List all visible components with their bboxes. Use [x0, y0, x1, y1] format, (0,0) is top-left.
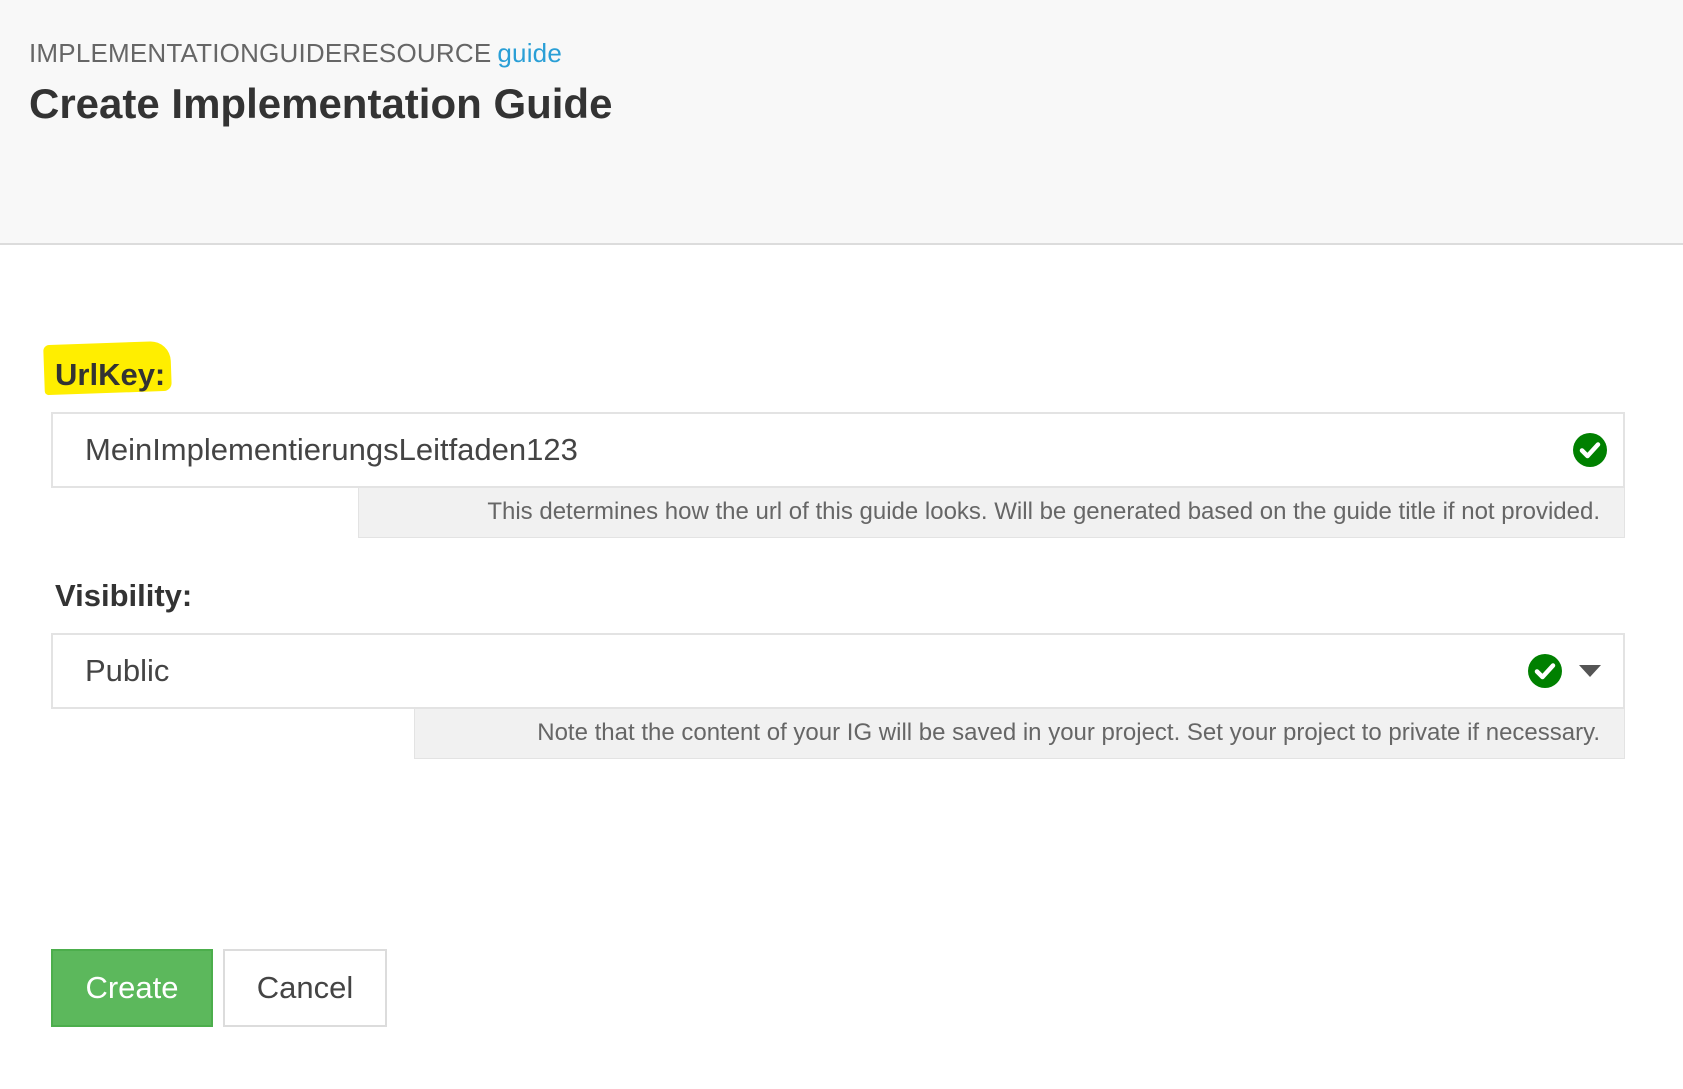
visibility-help-text: Note that the content of your IG will be…	[414, 709, 1625, 759]
breadcrumb: IMPLEMENTATIONGUIDERESOURCE guide	[29, 38, 562, 69]
visibility-select[interactable]: Public	[51, 633, 1625, 709]
page-title: Create Implementation Guide	[29, 80, 613, 127]
page-header: IMPLEMENTATIONGUIDERESOURCE guide Create …	[0, 0, 1683, 245]
urlkey-label: UrlKey:	[55, 357, 166, 392]
urlkey-input[interactable]: MeinImplementierungsLeitfaden123	[51, 412, 1625, 488]
cancel-button[interactable]: Cancel	[223, 949, 387, 1027]
create-button[interactable]: Create	[51, 949, 213, 1027]
breadcrumb-guide-link[interactable]: guide	[497, 38, 562, 68]
urlkey-input-value: MeinImplementierungsLeitfaden123	[85, 432, 578, 467]
check-circle-icon	[1573, 433, 1607, 467]
visibility-label: Visibility:	[55, 578, 193, 613]
caret-down-icon[interactable]	[1579, 665, 1601, 677]
breadcrumb-resource: IMPLEMENTATIONGUIDERESOURCE	[29, 38, 492, 68]
urlkey-help-text: This determines how the url of this guid…	[358, 488, 1625, 538]
visibility-selected-value: Public	[85, 653, 170, 688]
check-circle-icon	[1528, 654, 1562, 688]
